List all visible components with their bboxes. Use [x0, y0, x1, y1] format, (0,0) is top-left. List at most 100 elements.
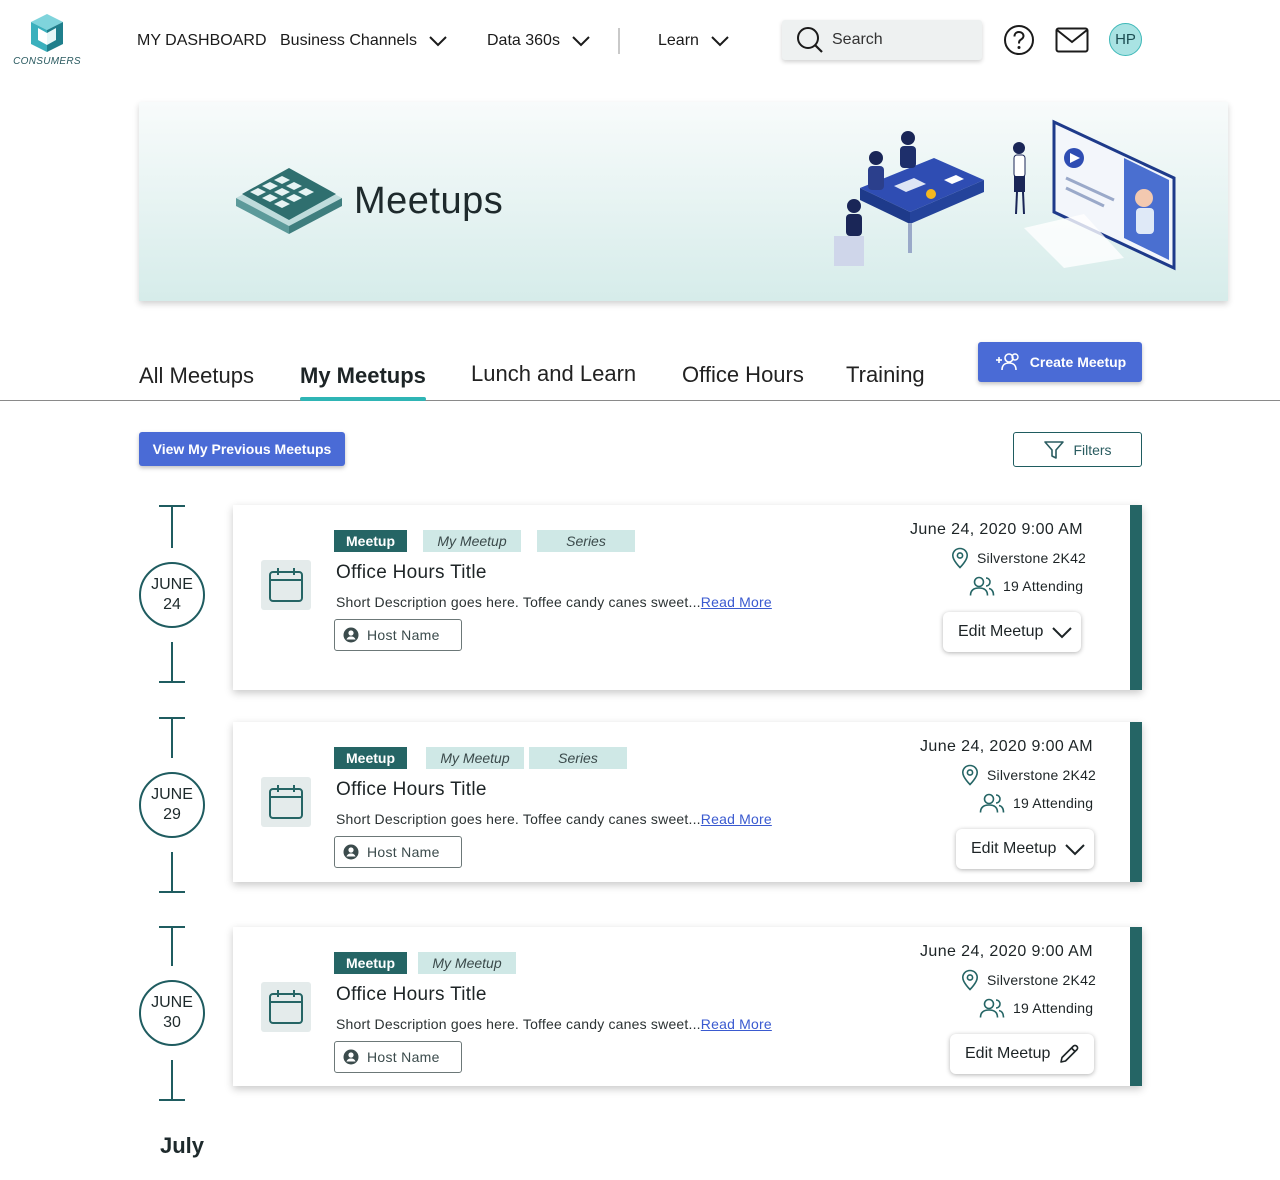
location-pin-icon: [961, 969, 979, 991]
host-chip[interactable]: Host Name: [334, 836, 462, 868]
host-name: Host Name: [367, 844, 440, 860]
help-icon: [1004, 25, 1034, 55]
nav-my-dashboard[interactable]: MY DASHBOARD: [137, 30, 267, 52]
tab-training[interactable]: Training: [846, 362, 925, 388]
tab-all-meetups[interactable]: All Meetups: [139, 363, 254, 389]
read-more-link[interactable]: Read More: [701, 594, 772, 610]
active-tab-indicator: [300, 397, 426, 401]
attending-count: 19 Attending: [1013, 1000, 1094, 1016]
meetup-card[interactable]: Meetup My Meetup Series Office Hours Tit…: [233, 722, 1142, 882]
timeline-cap: [159, 681, 185, 683]
location-pin-icon: [961, 764, 979, 786]
timeline-month: JUNE: [151, 576, 193, 593]
timeline-date-june-30: JUNE 30: [139, 980, 205, 1046]
timeline-line: [171, 505, 173, 548]
nav-business-channels-label: Business Channels: [280, 32, 417, 49]
tag-series: Series: [529, 747, 627, 769]
mail-icon: [1055, 27, 1089, 53]
brand-name: CONSUMERS: [13, 56, 81, 67]
timeline-date-june-29: JUNE 29: [139, 772, 205, 838]
month-heading: July: [160, 1133, 205, 1158]
timeline-day: 29: [163, 806, 181, 823]
edit-meetup-label: Edit Meetup: [971, 840, 1057, 857]
people-icon: [979, 998, 1005, 1018]
search-box[interactable]: [782, 20, 982, 60]
nav-data-360s[interactable]: Data 360s: [487, 30, 590, 52]
meetup-title: Office Hours Title: [336, 984, 487, 1005]
meetups-hero-banner: Meetups: [139, 102, 1228, 301]
meetup-title: Office Hours Title: [336, 562, 487, 583]
help-button[interactable]: [1001, 22, 1037, 58]
brand-logo[interactable]: CONSUMERS: [12, 12, 82, 72]
timeline-month: JUNE: [151, 786, 193, 803]
timeline-cap: [159, 891, 185, 893]
tag-meetup: Meetup: [334, 530, 407, 552]
meeting-illustration: [834, 119, 1176, 271]
edit-meetup-button[interactable]: Edit Meetup: [950, 1034, 1094, 1074]
filters-button[interactable]: Filters: [1013, 432, 1142, 467]
nav-learn[interactable]: Learn: [658, 30, 729, 52]
meetup-datetime: June 24, 2020 9:00 AM: [920, 738, 1093, 755]
host-chip[interactable]: Host Name: [334, 1041, 462, 1073]
meetup-attending: 19 Attending: [969, 575, 1083, 597]
meetup-description-text: Short Description goes here. Toffee cand…: [336, 811, 701, 827]
filters-label: Filters: [1073, 441, 1112, 458]
meetup-card[interactable]: Meetup My Meetup Office Hours Title Shor…: [233, 927, 1142, 1086]
nav-my-dashboard-label: MY DASHBOARD: [137, 32, 267, 49]
host-chip[interactable]: Host Name: [334, 619, 462, 651]
search-input[interactable]: [832, 31, 972, 49]
timeline-date-june-24: JUNE 24: [139, 562, 205, 628]
attending-count: 19 Attending: [1013, 795, 1094, 811]
people-icon: [979, 793, 1005, 813]
meetup-title: Office Hours Title: [336, 779, 487, 800]
edit-meetup-dropdown[interactable]: Edit Meetup: [956, 829, 1094, 869]
meetup-attending: 19 Attending: [979, 997, 1093, 1019]
edit-meetup-label: Edit Meetup: [965, 1045, 1051, 1062]
meetup-card[interactable]: Meetup My Meetup Series Office Hours Tit…: [233, 505, 1142, 690]
people-icon: [969, 576, 995, 596]
meetup-datetime: June 24, 2020 9:00 AM: [910, 521, 1083, 538]
top-nav: CONSUMERS MY DASHBOARD Business Channels…: [0, 0, 1280, 84]
meetup-location: Silverstone 2K42: [961, 969, 1096, 991]
attending-count: 19 Attending: [1003, 578, 1084, 594]
edit-meetup-label: Edit Meetup: [958, 623, 1044, 640]
calendar-icon: [261, 777, 311, 827]
timeline-line: [171, 1060, 173, 1100]
tab-office-hours[interactable]: Office Hours: [682, 362, 804, 388]
tab-lunch-and-learn[interactable]: Lunch and Learn: [471, 361, 636, 387]
calendar-icon: [261, 560, 311, 610]
chevron-down-icon: [1065, 844, 1086, 856]
create-meetup-label: Create Meetup: [1029, 354, 1127, 370]
edit-meetup-dropdown[interactable]: Edit Meetup: [943, 612, 1081, 652]
read-more-link[interactable]: Read More: [701, 1016, 772, 1032]
create-meetup-button[interactable]: Create Meetup: [978, 342, 1142, 382]
nav-divider: [618, 28, 620, 54]
pencil-icon: [1060, 1044, 1079, 1063]
tag-my-meetup: My Meetup: [418, 952, 516, 974]
location-pin-icon: [951, 547, 969, 569]
hero-title: Meetups: [354, 180, 504, 222]
chevron-down-icon: [711, 36, 729, 47]
timeline-day: 24: [163, 596, 181, 613]
meetup-description: Short Description goes here. Toffee cand…: [336, 811, 772, 827]
tag-list: Meetup My Meetup: [334, 952, 532, 974]
timeline-line: [171, 717, 173, 758]
user-avatar[interactable]: HP: [1109, 23, 1142, 56]
user-icon: [343, 844, 359, 860]
meetup-description-text: Short Description goes here. Toffee cand…: [336, 1016, 701, 1032]
meetup-location: Silverstone 2K42: [961, 764, 1096, 786]
view-previous-meetups-button[interactable]: View My Previous Meetups: [139, 432, 345, 466]
user-icon: [343, 627, 359, 643]
tab-my-meetups[interactable]: My Meetups: [300, 363, 426, 389]
meetup-description-text: Short Description goes here. Toffee cand…: [336, 594, 701, 610]
timeline-day: 30: [163, 1014, 181, 1031]
messages-button[interactable]: [1054, 22, 1090, 58]
nav-learn-label: Learn: [658, 32, 699, 49]
read-more-link[interactable]: Read More: [701, 811, 772, 827]
timeline-line: [171, 852, 173, 892]
tag-my-meetup: My Meetup: [426, 747, 524, 769]
tag-my-meetup: My Meetup: [423, 530, 521, 552]
meetups-grid-icon: [236, 168, 342, 234]
nav-business-channels[interactable]: Business Channels: [280, 30, 447, 52]
location-text: Silverstone 2K42: [977, 550, 1087, 566]
